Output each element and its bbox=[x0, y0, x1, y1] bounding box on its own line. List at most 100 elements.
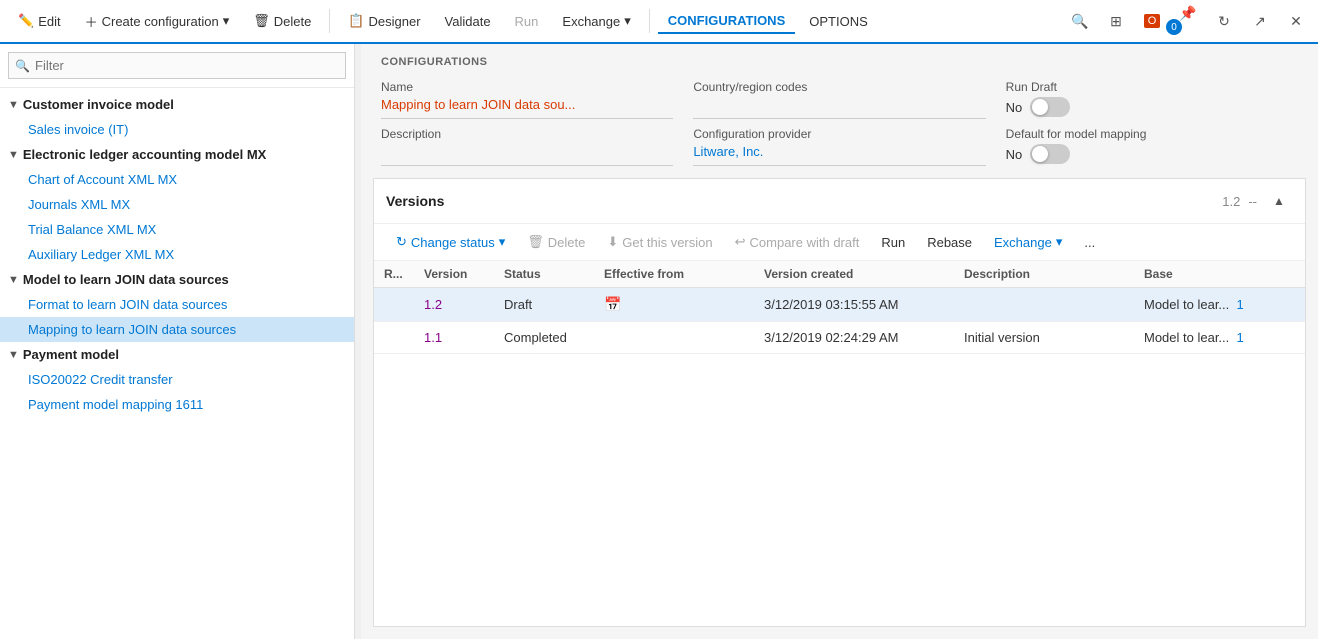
tree-group-customer-invoice[interactable]: ▼ Customer invoice model bbox=[0, 92, 354, 117]
top-bar: ✏️ Edit ＋ Create configuration ▾ 🗑 Delet… bbox=[0, 0, 1318, 44]
versions-meta: 1.2 -- ▲ bbox=[1222, 187, 1293, 215]
chevron-down-icon: ▾ bbox=[624, 13, 631, 29]
config-panel: CONFIGURATIONS Name Mapping to learn JOI… bbox=[361, 44, 1318, 174]
default-mapping-label: Default for model mapping bbox=[1006, 127, 1298, 141]
sidebar-item-auxiliary-ledger[interactable]: Auxiliary Ledger XML MX bbox=[0, 242, 354, 267]
version-separator: -- bbox=[1248, 194, 1257, 209]
trash-icon: 🗑 bbox=[527, 234, 544, 250]
cell-effective-from: 📅 bbox=[594, 288, 754, 322]
sidebar-item-format-join[interactable]: Format to learn JOIN data sources bbox=[0, 292, 354, 317]
tree-group-electronic-ledger[interactable]: ▼ Electronic ledger accounting model MX bbox=[0, 142, 354, 167]
cell-base: Model to lear... 1 bbox=[1134, 288, 1305, 322]
default-mapping-toggle[interactable] bbox=[1030, 144, 1070, 164]
rebase-button[interactable]: Rebase bbox=[917, 231, 982, 254]
provider-value: Litware, Inc. bbox=[693, 144, 985, 166]
col-header-description: Description bbox=[954, 261, 1134, 288]
change-status-button[interactable]: ↻ Change status ▾ bbox=[386, 230, 515, 254]
tree-group-model-join[interactable]: ▼ Model to learn JOIN data sources bbox=[0, 267, 354, 292]
exchange-version-button[interactable]: Exchange ▾ bbox=[984, 230, 1072, 254]
country-label: Country/region codes bbox=[693, 80, 985, 94]
office-icon-button[interactable]: O bbox=[1138, 7, 1166, 35]
get-this-version-button[interactable]: ⬇ Get this version bbox=[597, 230, 722, 254]
create-configuration-button[interactable]: ＋ Create configuration ▾ bbox=[75, 8, 240, 35]
col-header-version: Version bbox=[414, 261, 494, 288]
cell-description bbox=[954, 288, 1134, 322]
chevron-down-icon: ▾ bbox=[1056, 234, 1063, 250]
provider-label: Configuration provider bbox=[693, 127, 985, 141]
col-header-base: Base bbox=[1134, 261, 1305, 288]
base-link[interactable]: Model to lear... bbox=[1144, 330, 1229, 345]
col-header-version-created: Version created bbox=[754, 261, 954, 288]
notification-badge-wrap: 📌 0 bbox=[1174, 0, 1202, 43]
sidebar-item-sales-invoice[interactable]: Sales invoice (IT) bbox=[0, 117, 354, 142]
base-num: 1 bbox=[1237, 330, 1244, 345]
filter-icon: 🔍 bbox=[15, 59, 30, 73]
notification-count: 0 bbox=[1166, 19, 1182, 35]
grid-icon-button[interactable]: ⊞ bbox=[1102, 7, 1130, 35]
sidebar-tree: ▼ Customer invoice model Sales invoice (… bbox=[0, 88, 354, 639]
filter-wrap: 🔍 bbox=[8, 52, 346, 79]
base-link[interactable]: Model to lear... bbox=[1144, 297, 1229, 312]
run-version-button[interactable]: Run bbox=[871, 231, 915, 254]
separator bbox=[329, 9, 330, 33]
table-row[interactable]: 1.2 Draft 📅 3/12/2019 03:15:55 AM Model … bbox=[374, 288, 1305, 322]
exchange-button[interactable]: Exchange ▾ bbox=[552, 9, 640, 33]
country-field: Country/region codes bbox=[693, 80, 985, 119]
designer-button[interactable]: 📋 Designer bbox=[338, 9, 430, 33]
sidebar-item-mapping-join[interactable]: Mapping to learn JOIN data sources bbox=[0, 317, 354, 342]
download-icon: ⬇ bbox=[607, 234, 618, 250]
versions-panel: Versions 1.2 -- ▲ ↻ Change status ▾ 🗑 De… bbox=[373, 178, 1306, 627]
config-section-title: CONFIGURATIONS bbox=[381, 56, 1298, 68]
compare-with-draft-button[interactable]: ↩ Compare with draft bbox=[725, 230, 870, 254]
tree-group-payment-model[interactable]: ▼ Payment model bbox=[0, 342, 354, 367]
sidebar: 🔍 ▼ Customer invoice model Sales invoice… bbox=[0, 44, 355, 639]
run-draft-field: Run Draft No bbox=[1006, 80, 1298, 119]
country-value bbox=[693, 97, 985, 119]
close-button[interactable]: ✕ bbox=[1282, 7, 1310, 35]
delete-button[interactable]: 🗑 Delete bbox=[243, 9, 321, 33]
versions-collapse-button[interactable]: ▲ bbox=[1265, 187, 1293, 215]
sidebar-item-payment-mapping[interactable]: Payment model mapping 1611 bbox=[0, 392, 354, 417]
options-nav-button[interactable]: OPTIONS bbox=[799, 10, 878, 33]
plus-icon: ＋ bbox=[85, 12, 98, 31]
cell-effective-from bbox=[594, 322, 754, 354]
cell-base: Model to lear... 1 bbox=[1134, 322, 1305, 354]
cell-r bbox=[374, 288, 414, 322]
more-options-button[interactable]: ... bbox=[1074, 231, 1105, 254]
filter-input[interactable] bbox=[8, 52, 346, 79]
refresh-icon: ↻ bbox=[396, 234, 407, 250]
open-external-button[interactable]: ↗ bbox=[1246, 7, 1274, 35]
cell-status: Completed bbox=[494, 322, 594, 354]
delete-version-button[interactable]: 🗑 Delete bbox=[517, 230, 595, 254]
compare-icon: ↩ bbox=[735, 234, 746, 250]
sidebar-item-chart-account[interactable]: Chart of Account XML MX bbox=[0, 167, 354, 192]
table-row[interactable]: 1.1 Completed 3/12/2019 02:24:29 AM Init… bbox=[374, 322, 1305, 354]
cell-version-created: 3/12/2019 02:24:29 AM bbox=[754, 322, 954, 354]
edit-button[interactable]: ✏️ Edit bbox=[8, 9, 71, 33]
run-draft-toggle[interactable] bbox=[1030, 97, 1070, 117]
versions-title: Versions bbox=[386, 193, 444, 209]
sidebar-item-trial-balance[interactable]: Trial Balance XML MX bbox=[0, 217, 354, 242]
cell-description: Initial version bbox=[954, 322, 1134, 354]
table-header-row: R... Version Status Effective from Versi… bbox=[374, 261, 1305, 288]
validate-button[interactable]: Validate bbox=[435, 10, 501, 33]
separator2 bbox=[649, 9, 650, 33]
cell-version: 1.2 bbox=[414, 288, 494, 322]
name-value: Mapping to learn JOIN data sou... bbox=[381, 97, 673, 119]
cell-r bbox=[374, 322, 414, 354]
run-draft-label: Run Draft bbox=[1006, 80, 1298, 94]
col-header-r: R... bbox=[374, 261, 414, 288]
default-mapping-no: No bbox=[1006, 147, 1023, 162]
sidebar-item-journals-xml[interactable]: Journals XML MX bbox=[0, 192, 354, 217]
arrow-icon: ▼ bbox=[8, 349, 19, 361]
calendar-icon: 📅 bbox=[604, 296, 621, 312]
configurations-nav-button[interactable]: CONFIGURATIONS bbox=[658, 9, 795, 34]
versions-table: R... Version Status Effective from Versi… bbox=[374, 261, 1305, 626]
base-num: 1 bbox=[1237, 297, 1244, 312]
sidebar-item-iso20022[interactable]: ISO20022 Credit transfer bbox=[0, 367, 354, 392]
search-button[interactable]: 🔍 bbox=[1066, 7, 1094, 35]
versions-header: Versions 1.2 -- ▲ bbox=[374, 179, 1305, 224]
refresh-button[interactable]: ↻ bbox=[1210, 7, 1238, 35]
run-button[interactable]: Run bbox=[505, 10, 549, 33]
arrow-icon: ▼ bbox=[8, 274, 19, 286]
